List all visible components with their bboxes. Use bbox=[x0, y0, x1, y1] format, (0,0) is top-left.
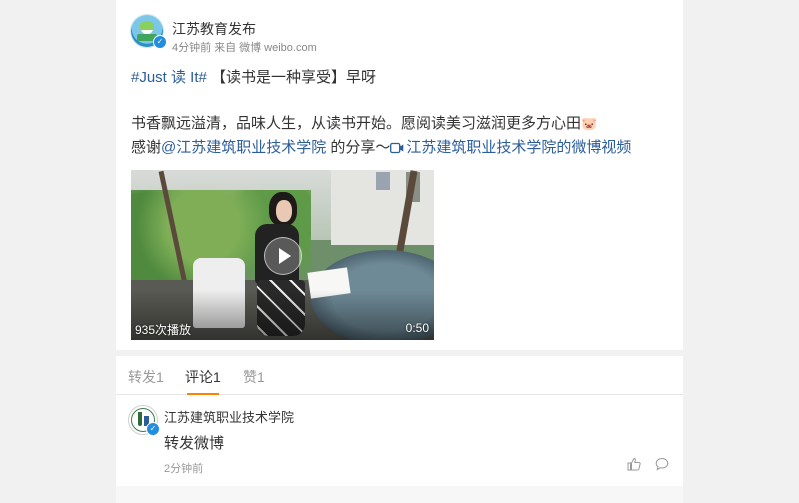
topic-link[interactable]: #Just 读 It# bbox=[131, 69, 207, 86]
verified-badge-icon: ✓ bbox=[146, 422, 160, 436]
video-view-count: 935次播放 bbox=[135, 323, 192, 337]
pig-emoji-icon: 🐷 bbox=[581, 116, 598, 131]
comment-author-name[interactable]: 江苏建筑职业技术学院 bbox=[164, 407, 294, 426]
post-author-name[interactable]: 江苏教育发布 bbox=[172, 19, 256, 39]
thumbs-up-icon[interactable] bbox=[627, 457, 643, 473]
post-body-text: 书香飘远溢清，品味人生，从读书开始。愿阅读美习滋润更多方心田 bbox=[131, 115, 582, 132]
video-source-link[interactable]: 江苏建筑职业技术学院的微博视频 bbox=[406, 139, 631, 156]
weibo-post-card: ✓ 江苏教育发布 4分钟前 来自 微博 weibo.com #Just 读 It# … bbox=[116, 0, 683, 350]
post-thanks-line: 感谢@江苏建筑职业技术学院 的分享～ 江苏建筑职业技术学院的微博视频 bbox=[131, 137, 631, 161]
post-source[interactable]: 微博 weibo.com bbox=[239, 42, 317, 54]
comment-text: 转发微博 bbox=[164, 435, 225, 452]
post-title-line: #Just 读 It# 【读书是一种享受】早呀 bbox=[131, 67, 376, 89]
video-building bbox=[331, 170, 434, 245]
verified-badge-icon: ✓ bbox=[153, 35, 167, 49]
post-time[interactable]: 4分钟前 bbox=[172, 42, 211, 54]
tab-comments[interactable]: 评论1 bbox=[185, 367, 221, 395]
comment-bubble-icon[interactable] bbox=[655, 457, 671, 473]
play-icon[interactable] bbox=[264, 237, 302, 275]
post-body-line: 书香飘远溢清，品味人生，从读书开始。愿阅读美习滋润更多方心田🐷 bbox=[131, 113, 597, 135]
source-prefix: 来自 bbox=[214, 42, 237, 54]
share-text: 的分享～ bbox=[326, 139, 391, 156]
comments-card: 转发1 评论1 赞1 ✓ 江苏建筑职业技术学院 转发微博 2分钟前 bbox=[116, 356, 683, 486]
interaction-tabs: 转发1 评论1 赞1 bbox=[116, 356, 683, 395]
avatar-leaf-graphic bbox=[140, 21, 154, 30]
video-link-icon bbox=[390, 139, 404, 161]
thanks-prefix: 感谢 bbox=[131, 139, 162, 156]
video-player[interactable]: 935次播放 0:50 bbox=[131, 170, 434, 340]
video-window bbox=[376, 172, 390, 190]
post-headline: 【读书是一种享受】早呀 bbox=[211, 69, 377, 86]
mention-link[interactable]: @江苏建筑职业技术学院 bbox=[161, 139, 326, 156]
video-duration: 0:50 bbox=[405, 321, 429, 335]
post-meta: 4分钟前 来自 微博 weibo.com bbox=[172, 39, 320, 55]
avatar-seal-mark bbox=[138, 412, 142, 426]
next-card-edge bbox=[116, 486, 683, 503]
person-face bbox=[276, 200, 292, 222]
tab-reposts[interactable]: 转发1 bbox=[128, 367, 164, 387]
comment-time: 2分钟前 bbox=[164, 463, 204, 475]
tab-likes[interactable]: 赞1 bbox=[243, 367, 265, 387]
